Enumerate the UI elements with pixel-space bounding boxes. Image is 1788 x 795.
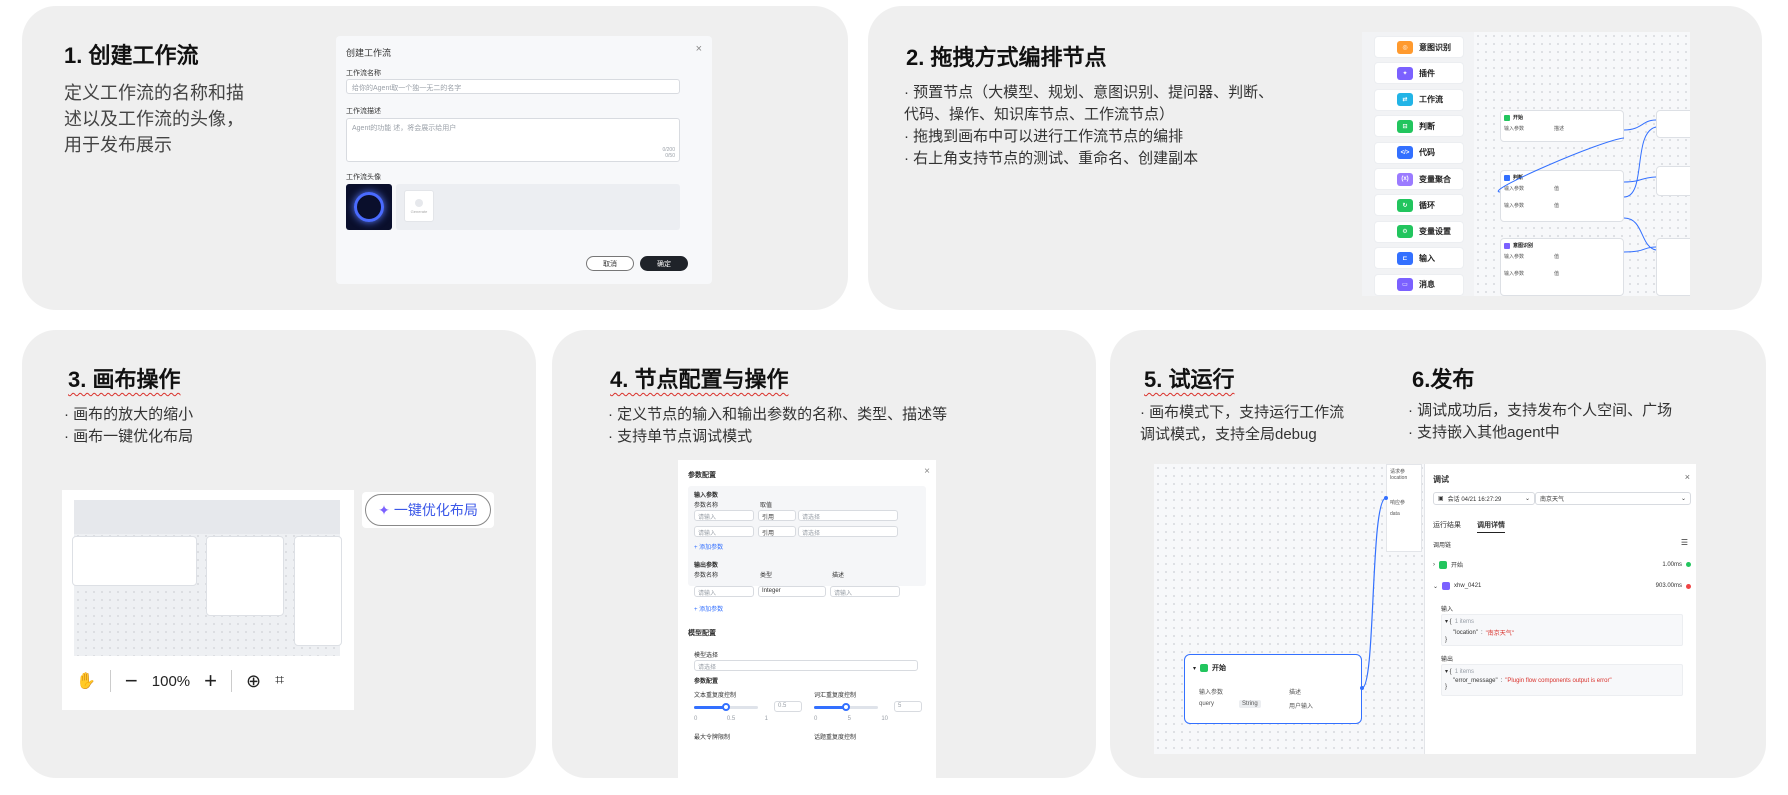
panel-title: 参数配置 — [688, 472, 716, 479]
query-select[interactable]: 南京天气 ⌄ — [1535, 492, 1691, 505]
canvas-screenshot: ◎ 意图识别 ✦ 插件 ⇄ 工作流 ⊟ 判断 </> 代码 (x) 变量聚合 ↻ 循环 ⚙ 变量设置 ⊏ 输入 ▭ 消… — [1362, 32, 1690, 296]
optimize-layout-button[interactable]: ✦ 一键优化布局 — [362, 492, 494, 528]
create-workflow-dialog: 创建工作流 × 工作流名称 给你的Agent取一个独一无二的名字 工作流描述 A… — [336, 36, 712, 284]
hand-icon[interactable]: ✋ — [76, 671, 96, 691]
auto-layout-icon[interactable]: ⌗ — [275, 672, 284, 690]
card-node-config: 4. 节点配置与操作 · 定义节点的输入和输出参数的名称、类型、描述等 · 支持单… — [552, 330, 1096, 778]
generate-avatar-button[interactable]: Generate — [404, 190, 434, 222]
avatar[interactable] — [346, 184, 392, 230]
zoom-out-icon[interactable]: − — [125, 668, 138, 694]
dialog-title: 创建工作流 — [346, 48, 392, 58]
value-select[interactable]: 请选择 — [798, 526, 898, 537]
type-select[interactable]: Integer — [758, 586, 826, 597]
card-description: · 预置节点（大模型、规划、意图识别、提问器、判断、 代码、操作、知识库节点、工作… — [904, 84, 1274, 167]
card-test-run-publish: 5. 试运行 · 画布模式下，支持运行工作流 调试模式，支持全局debug 6.发… — [1110, 330, 1766, 778]
chain-step[interactable]: ⌄ xhw_0421 903.00ms — [1433, 582, 1691, 590]
vocab-repeat-slider[interactable] — [814, 703, 878, 711]
card-title: 1. 创建工作流 — [64, 43, 199, 68]
param-config-panel: 参数配置 × 输入参数 参数名称 取值 请输入 引用 请选择 请输入 引用 请选… — [678, 460, 936, 778]
chain-step[interactable]: › 开始 1.00ms — [1433, 560, 1691, 569]
sparkle-icon: ✦ — [378, 501, 390, 518]
name-input[interactable]: 给你的Agent取一个独一无二的名字 — [346, 79, 680, 94]
publish-title: 6.发布 — [1412, 367, 1475, 392]
card-description: · 画布模式下，支持运行工作流 调试模式，支持全局debug — [1140, 404, 1345, 443]
card-title: 5. 试运行 — [1144, 367, 1235, 392]
text-repeat-slider[interactable] — [694, 703, 758, 711]
ref-select[interactable]: 引用 — [758, 510, 796, 521]
param-name-input[interactable]: 请输入 — [694, 526, 754, 537]
avatar-label: 工作流头像 — [346, 174, 381, 181]
close-icon[interactable]: × — [696, 43, 702, 55]
test-run-screenshot: 请求参 location 响应参 data ▾ 开始 输入参数 描述 query St… — [1154, 464, 1696, 754]
zoom-in-icon[interactable]: + — [204, 668, 217, 694]
close-icon[interactable]: × — [924, 466, 930, 477]
tab-detail[interactable]: 调用详情 — [1477, 520, 1505, 533]
output-name-input[interactable]: 请输入 — [694, 586, 754, 597]
output-desc-input[interactable]: 请输入 — [830, 586, 900, 597]
publish-description: · 调试成功后，支持发布个人空间、广场 · 支持嵌入其他agent中 — [1408, 402, 1673, 441]
edge-lines — [1497, 119, 1657, 253]
desc-label: 工作流描述 — [346, 108, 381, 115]
name-label: 工作流名称 — [346, 70, 381, 77]
card-canvas-ops: 3. 画布操作 · 画布的放大的缩小 · 画布一键优化布局 ✋ − 100% + … — [22, 330, 536, 778]
zoom-toolbar: ✋ − 100% + ⊕ ⌗ — [76, 666, 344, 696]
fit-view-icon[interactable]: ⊕ — [246, 671, 261, 692]
model-select[interactable]: 请选择 — [694, 660, 918, 671]
add-param-button[interactable]: + 添加参数 — [694, 604, 723, 613]
tab-result[interactable]: 运行结果 — [1433, 520, 1461, 530]
value-select[interactable]: 请选择 — [798, 510, 898, 521]
card-drag-nodes: 2. 拖拽方式编排节点 · 预置节点（大模型、规划、意图识别、提问器、判断、 代码… — [868, 6, 1762, 310]
close-icon[interactable]: × — [1685, 472, 1690, 482]
zoom-level: 100% — [151, 672, 191, 690]
card-description: · 定义节点的输入和输出参数的名称、类型、描述等 · 支持单节点调试模式 — [608, 406, 948, 445]
list-icon[interactable]: ☰ — [1681, 538, 1688, 547]
desc-textarea[interactable]: Agent的功能 述，将会展示给用户 0/200 0/50 — [346, 118, 680, 162]
card-title: 2. 拖拽方式编排节点 — [906, 45, 1107, 70]
session-select[interactable]: ▣ 会话 04/21 16:27:29 ⌄ — [1433, 492, 1535, 505]
card-create-workflow: 1. 创建工作流 定义工作流的名称和描 述以及工作流的头像， 用于发布展示 创建工作… — [22, 6, 848, 310]
ref-select[interactable]: 引用 — [758, 526, 796, 537]
card-title: 3. 画布操作 — [68, 367, 181, 392]
confirm-button[interactable]: 确定 — [640, 256, 688, 271]
canvas-preview: ✋ − 100% + ⊕ ⌗ — [62, 490, 354, 710]
debug-title: 调试 — [1433, 475, 1449, 484]
card-title: 4. 节点配置与操作 — [610, 367, 789, 392]
card-description: · 画布的放大的缩小 · 画布一键优化布局 — [64, 406, 194, 445]
add-param-button[interactable]: + 添加参数 — [694, 542, 723, 551]
debug-panel: 调试 × ▣ 会话 04/21 16:27:29 ⌄ 南京天气 ⌄ 运行结果 调用详情… — [1424, 464, 1696, 754]
card-description: 定义工作流的名称和描 述以及工作流的头像， 用于发布展示 — [64, 83, 244, 155]
param-name-input[interactable]: 请输入 — [694, 510, 754, 521]
cancel-button[interactable]: 取消 — [586, 256, 634, 271]
